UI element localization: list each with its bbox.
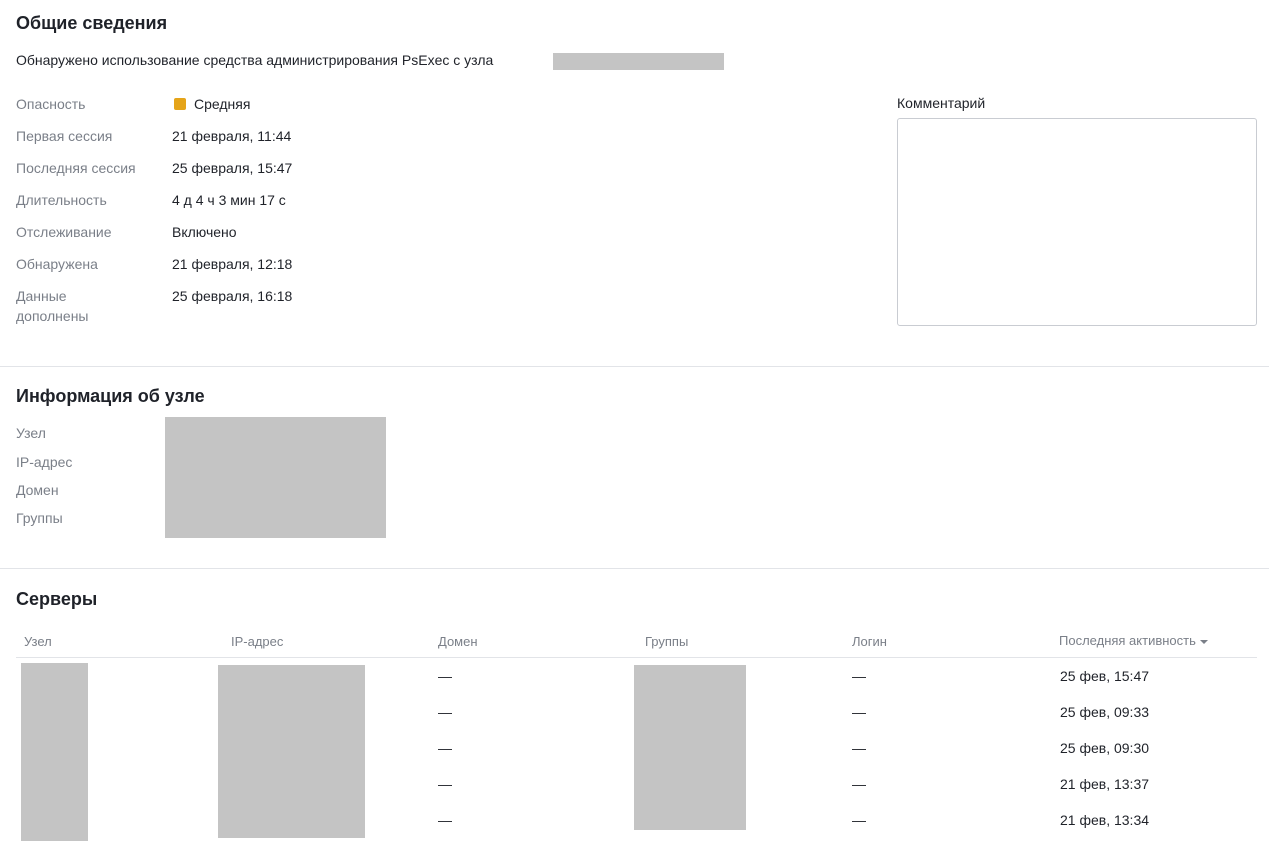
column-header-last-activity[interactable]: Последняя активность: [1059, 633, 1208, 648]
severity-value: Средняя: [194, 96, 251, 112]
section-divider: [0, 366, 1269, 367]
column-header-groups[interactable]: Группы: [645, 634, 688, 649]
first-session-value: 21 февраля, 11:44: [172, 128, 292, 144]
severity-label: Опасность: [16, 96, 86, 112]
comment-textarea[interactable]: [897, 118, 1257, 326]
duration-value: 4 д 4 ч 3 мин 17 с: [172, 192, 286, 208]
first-session-label: Первая сессия: [16, 128, 113, 144]
table-cell-last-activity: 25 фев, 09:30: [1060, 740, 1150, 756]
column-header-host[interactable]: Узел: [24, 634, 52, 649]
redacted-source-host: [553, 53, 724, 70]
host-name-label: Узел: [16, 425, 46, 441]
column-header-last-activity-label: Последняя активность: [1059, 633, 1196, 648]
host-info-section-title: Информация об узле: [16, 386, 205, 406]
table-header-divider: [16, 657, 1257, 658]
redacted-ip-column: [218, 665, 365, 838]
section-divider: [0, 568, 1269, 569]
detected-label: Обнаружена: [16, 256, 98, 272]
column-header-login[interactable]: Логин: [852, 634, 887, 649]
table-cell-login: —: [852, 812, 866, 828]
tracking-value: Включено: [172, 224, 237, 240]
table-cell-login: —: [852, 704, 866, 720]
data-enriched-value: 25 февраля, 16:18: [172, 288, 293, 304]
last-session-label: Последняя сессия: [16, 160, 136, 176]
duration-label: Длительность: [16, 192, 107, 208]
table-cell-last-activity: 21 фев, 13:37: [1060, 776, 1150, 792]
last-session-value: 25 февраля, 15:47: [172, 160, 293, 176]
redacted-groups-column: [634, 665, 746, 830]
table-cell-login: —: [852, 668, 866, 684]
table-cell-domain: —: [438, 668, 452, 684]
table-cell-last-activity: 25 фев, 09:33: [1060, 704, 1150, 720]
detected-value: 21 февраля, 12:18: [172, 256, 293, 272]
table-cell-login: —: [852, 740, 866, 756]
table-cell-domain: —: [438, 704, 452, 720]
data-enriched-label: Данные дополнены: [16, 288, 89, 324]
table-cell-domain: —: [438, 740, 452, 756]
servers-section-title: Серверы: [16, 589, 98, 609]
general-section-title: Общие сведения: [16, 13, 168, 33]
table-cell-domain: —: [438, 812, 452, 828]
caret-down-icon: [1199, 639, 1208, 644]
host-ip-label: IP-адрес: [16, 454, 73, 470]
column-header-domain[interactable]: Домен: [438, 634, 478, 649]
severity-indicator-icon: [174, 98, 186, 110]
table-cell-domain: —: [438, 776, 452, 792]
redacted-host-details: [165, 417, 386, 538]
redacted-host-column: [21, 663, 88, 841]
alert-description: Обнаружено использование средства админи…: [16, 52, 494, 68]
host-groups-label: Группы: [16, 510, 63, 526]
table-cell-login: —: [852, 776, 866, 792]
host-domain-label: Домен: [16, 482, 59, 498]
column-header-ip[interactable]: IP-адрес: [231, 634, 283, 649]
comment-label: Комментарий: [897, 95, 986, 111]
table-cell-last-activity: 21 фев, 13:34: [1060, 812, 1150, 828]
table-cell-last-activity: 25 фев, 15:47: [1060, 668, 1150, 684]
tracking-label: Отслеживание: [16, 224, 112, 240]
